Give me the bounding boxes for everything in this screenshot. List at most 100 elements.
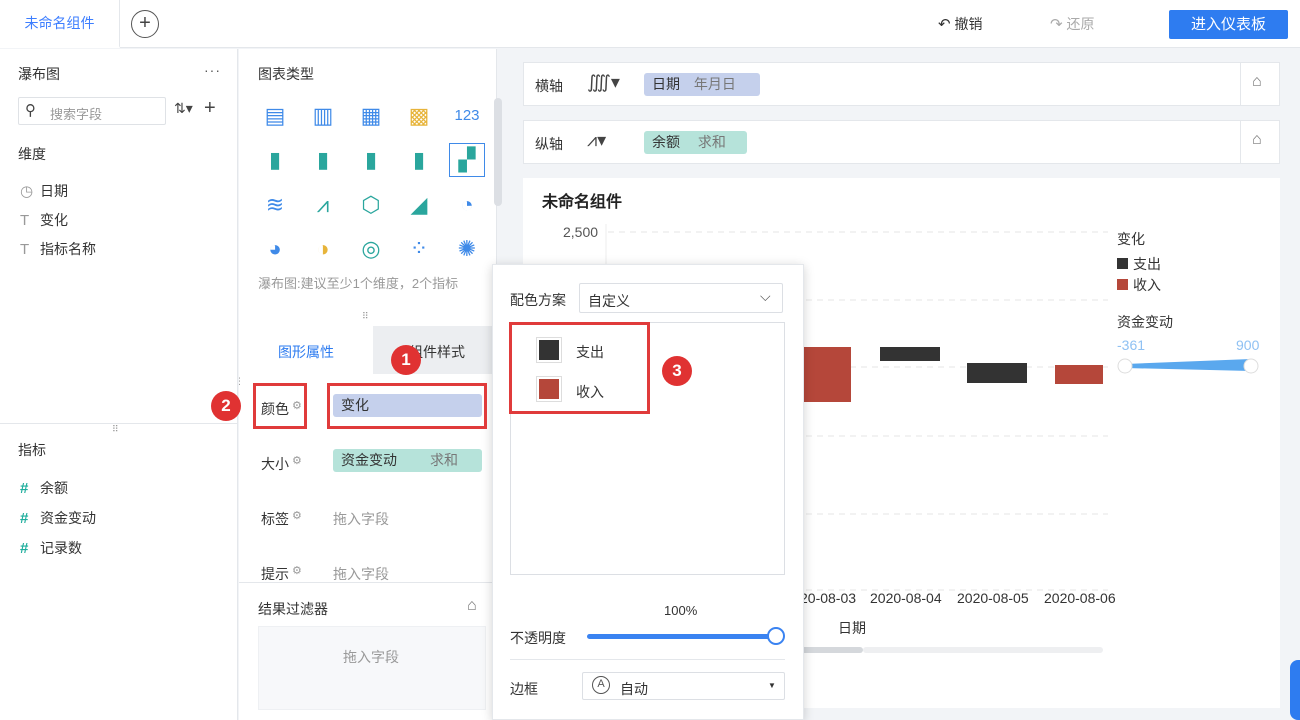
legend-item-income[interactable]: 收入 <box>1117 275 1161 295</box>
stacked-bar-icon[interactable]: ▮ <box>406 147 432 173</box>
dimension-label: 变化 <box>40 212 68 228</box>
cross-table-icon[interactable]: ▥ <box>310 103 336 129</box>
measure-item-balance[interactable]: # 余额 <box>20 478 68 498</box>
measure-item-record-count[interactable]: # 记录数 <box>20 538 82 558</box>
range-line-icon[interactable]: ⩘ <box>310 192 336 218</box>
bubble-icon[interactable]: ✺ <box>454 236 480 262</box>
chart-h-scrollbar <box>798 647 863 653</box>
scheme-select[interactable]: 自定义 ⌵ <box>579 283 783 313</box>
y-axis-label: 纵轴 <box>535 136 563 152</box>
size-range-slider[interactable] <box>1115 355 1265 377</box>
redo-icon: ↷ <box>1050 16 1063 33</box>
settings-gear-icon[interactable]: ⚙ <box>292 564 302 577</box>
grouped-bar-icon[interactable]: ▮ <box>262 147 288 173</box>
rose-pie-icon[interactable]: ◑ <box>310 236 336 262</box>
y-axis-field-pill[interactable]: 余额 求和 <box>644 131 747 154</box>
legend-label: 收入 <box>1133 277 1161 293</box>
gauge-icon[interactable]: ◔ <box>454 192 480 218</box>
waterfall-icon[interactable]: ▞ <box>449 143 485 177</box>
top-bar <box>0 0 1300 48</box>
radar-icon[interactable]: ⬡ <box>358 192 384 218</box>
opacity-slider-handle[interactable] <box>767 627 785 645</box>
x-tick-label: 2020-08-06 <box>1044 590 1116 606</box>
text-calc-icon: T <box>20 241 30 258</box>
tab-unnamed-component[interactable]: 未命名组件 <box>0 0 120 48</box>
border-select[interactable]: A 自动 ▼ <box>582 672 785 700</box>
donut-icon[interactable]: ◎ <box>358 236 384 262</box>
label-drop-zone[interactable]: 拖入字段 <box>333 509 389 529</box>
kpi-number-icon[interactable]: 123 <box>454 103 480 129</box>
hash-icon: # <box>20 510 29 527</box>
annotation-box-color-pill <box>327 383 487 429</box>
axis-clear-icon[interactable]: ⌂ <box>1252 73 1262 91</box>
color-table-icon[interactable]: ▩ <box>406 103 432 129</box>
auto-icon: A <box>592 676 610 694</box>
pie-icon[interactable]: ◕ <box>262 236 288 262</box>
x-axis-field-pill[interactable]: 日期 年月日 <box>644 73 760 96</box>
size-legend-min: -361 <box>1117 337 1146 353</box>
filter-placeholder: 拖入字段 <box>343 649 399 665</box>
annotation-box-color-label <box>253 383 307 429</box>
tooltip-drop-zone[interactable]: 拖入字段 <box>333 564 389 584</box>
tab-component-style[interactable]: 组件样式 <box>373 326 497 374</box>
undo-icon: ↶ <box>938 16 951 33</box>
field-sort-icon[interactable]: ⇅▾ <box>174 100 193 117</box>
dimension-item-metric-name[interactable]: T 指标名称 <box>20 239 96 259</box>
dimension-item-date[interactable]: ◷ 日期 <box>20 181 68 201</box>
line-icon[interactable]: ≋ <box>262 192 288 218</box>
table-icon[interactable]: ▤ <box>262 103 288 129</box>
y-axis-row: 纵轴 ⩘▾ 余额 求和 ⌂ <box>523 120 1280 164</box>
marker-2: 2 <box>211 391 241 421</box>
scatter-icon[interactable]: ⁘ <box>406 236 432 262</box>
tooltip-row-label: 提示 <box>261 566 289 582</box>
dimension-item-change[interactable]: T 变化 <box>20 210 68 230</box>
scheme-value: 自定义 <box>588 293 630 309</box>
divider <box>1240 121 1241 163</box>
legend-item-expense[interactable]: 支出 <box>1117 254 1161 274</box>
multi-bar-icon[interactable]: ▮ <box>358 147 384 173</box>
measure-label: 记录数 <box>40 540 82 556</box>
axis-type-icon[interactable]: ⨌▾ <box>587 72 620 93</box>
search-input[interactable]: ⚲ 搜索字段 <box>18 97 166 125</box>
more-menu-icon[interactable]: ··· <box>204 62 221 78</box>
add-tab-button[interactable]: + <box>131 10 159 38</box>
bar-icon[interactable]: ▮ <box>310 147 336 173</box>
measure-label: 资金变动 <box>40 510 96 526</box>
tab-graph-props[interactable]: 图形属性 <box>239 326 373 374</box>
axis-clear-icon[interactable]: ⌂ <box>1252 131 1262 149</box>
pill-agg: 求和 <box>697 134 726 150</box>
settings-gear-icon[interactable]: ⚙ <box>292 509 302 522</box>
chart-type-scrollbar[interactable] <box>494 98 502 206</box>
pill-agg: 年月日 <box>693 76 736 92</box>
axis-type-icon[interactable]: ⩘▾ <box>587 130 606 151</box>
clock-icon: ◷ <box>20 183 34 200</box>
pill-field: 资金变动 <box>341 452 397 468</box>
x-tick-label: 2020-08-04 <box>870 590 942 606</box>
size-row-label: 大小 <box>261 456 289 472</box>
side-helper-tab[interactable] <box>1290 660 1300 720</box>
opacity-label: 不透明度 <box>510 630 566 646</box>
hash-calc-icon: # <box>20 540 29 557</box>
opacity-slider-track[interactable] <box>587 634 777 639</box>
filter-drop-zone[interactable]: 拖入字段 <box>258 626 486 710</box>
redo-button[interactable]: ↷ 还原 <box>1050 14 1094 34</box>
resize-handle-icon[interactable]: ⠿ <box>362 311 369 322</box>
enter-dashboard-button[interactable]: 进入仪表板 <box>1169 10 1288 39</box>
resize-handle-icon[interactable]: ⠿ <box>112 424 119 435</box>
detail-table-icon[interactable]: ▦ <box>358 103 384 129</box>
size-field-pill[interactable]: 资金变动 求和 <box>333 449 482 472</box>
add-field-icon[interactable]: + <box>204 98 216 118</box>
settings-gear-icon[interactable]: ⚙ <box>292 454 302 467</box>
bar-2020-08-06 <box>1055 365 1103 384</box>
undo-button[interactable]: ↶ 撤销 <box>938 14 982 34</box>
measure-item-fund-change[interactable]: # 资金变动 <box>20 508 96 528</box>
x-axis-title: 日期 <box>838 620 866 636</box>
divider <box>1240 63 1241 105</box>
filter-clear-icon[interactable]: ⌂ <box>467 597 477 615</box>
pill-agg: 求和 <box>430 452 458 468</box>
area-icon[interactable]: ◢ <box>406 192 432 218</box>
caret-down-icon: ▼ <box>768 681 776 690</box>
bar-2020-08-05 <box>967 363 1027 383</box>
drag-handle-icon[interactable]: ⋮ <box>235 376 244 387</box>
section-divider <box>239 582 497 583</box>
